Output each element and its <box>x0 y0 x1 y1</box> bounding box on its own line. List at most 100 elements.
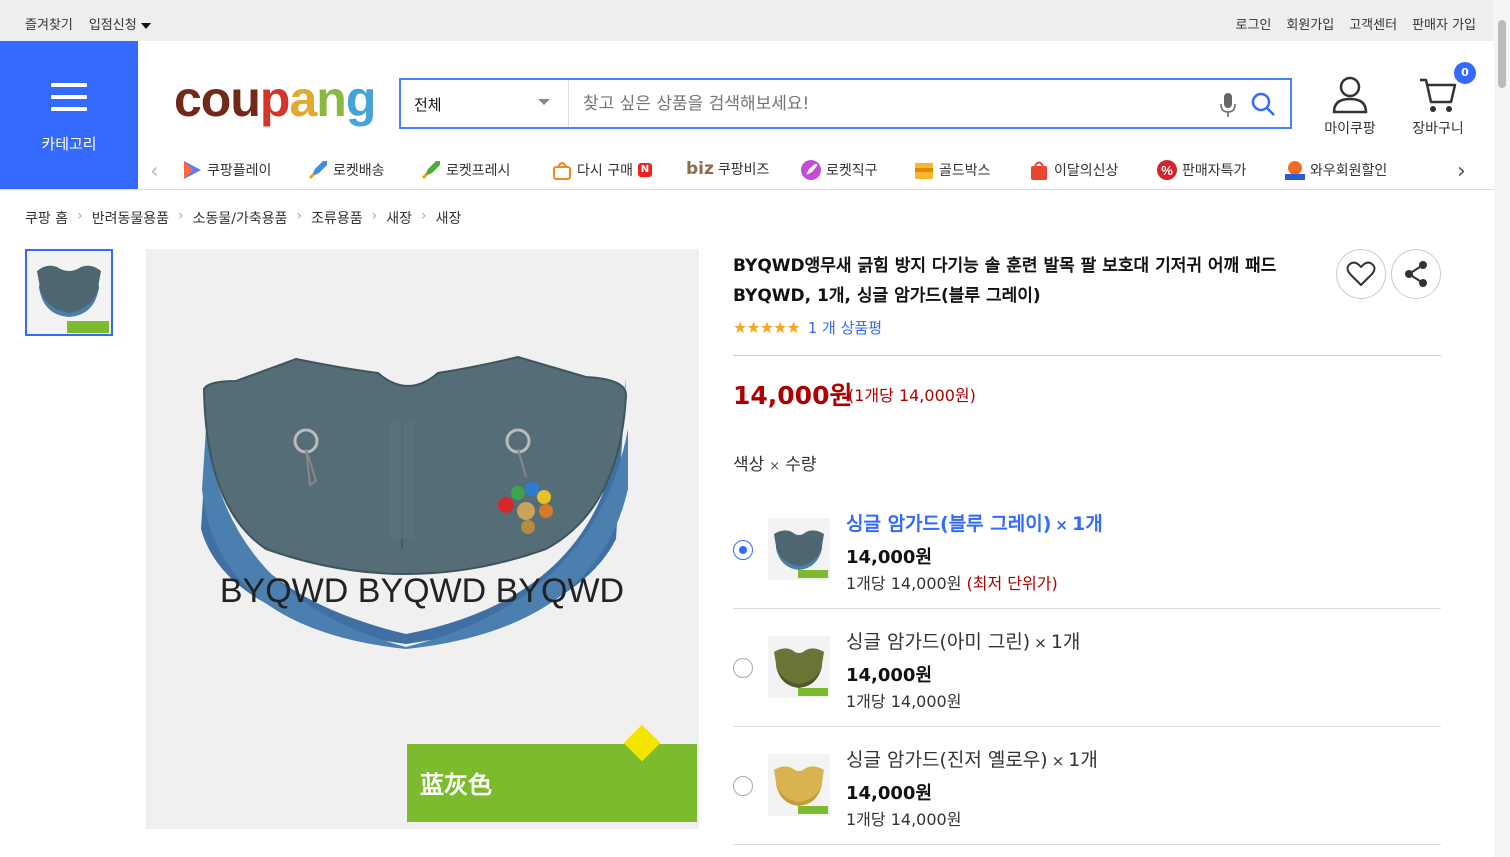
shopping-bag-icon <box>553 162 571 180</box>
seller-apply-label: 입점신청 <box>88 18 137 33</box>
breadcrumb-item[interactable]: 새장 <box>386 208 412 228</box>
product-price: 14,000원 <box>733 381 853 410</box>
product-thumbnail[interactable] <box>25 249 113 336</box>
coupang-logo[interactable]: coupang <box>174 70 376 128</box>
new-bag-icon <box>1031 161 1047 180</box>
goldbox-icon <box>915 163 933 179</box>
info-divider <box>733 355 1441 356</box>
option-unit-price: 1개당 14,000원 <box>846 810 962 829</box>
mycoupang-button[interactable]: 마이쿠팡 <box>1318 74 1382 138</box>
play-icon <box>184 161 201 179</box>
scrollbar-thumb[interactable] <box>1498 20 1506 88</box>
wow-icon <box>1285 161 1305 180</box>
menu-item-seller-deals[interactable]: % 판매자특가 <box>1156 159 1246 181</box>
menu-item-wow-discount[interactable]: 와우회원할인 <box>1284 159 1387 181</box>
bookmark-link[interactable]: 즐겨찾기 <box>25 14 73 33</box>
review-count-link[interactable]: 1 개 상품평 <box>808 317 882 338</box>
menu-item-label: 이달의신상 <box>1054 163 1119 179</box>
category-button[interactable]: 카테고리 <box>0 41 138 189</box>
lowest-unit-price-label: (최저 단위가) <box>966 574 1058 593</box>
share-icon <box>1405 261 1427 287</box>
star-rating-icon: ★★★★★ <box>733 318 801 337</box>
product-photo: BYQWD BYQWD BYQWD 蓝灰色 <box>201 355 697 822</box>
seller-apply-link[interactable]: 입점신청 <box>89 14 151 33</box>
hamburger-icon <box>51 83 87 119</box>
option-label-color: 색상 <box>733 455 765 475</box>
option-item-ginger-yellow[interactable]: 싱글 암가드(진저 옐로우) × 1개 14,000원 1개당 14,000원 <box>733 727 1441 845</box>
customer-center-link[interactable]: 고객센터 <box>1349 14 1397 33</box>
breadcrumb-item[interactable]: 반려동물용품 <box>92 208 169 228</box>
cart-icon <box>1420 78 1457 112</box>
chevron-right-icon: › <box>77 208 83 224</box>
heart-icon <box>1346 261 1376 286</box>
rocket-icon <box>308 161 327 180</box>
breadcrumb-item[interactable]: 조류용품 <box>311 208 363 228</box>
menu-item-label: 로켓직구 <box>826 163 878 179</box>
wishlist-button[interactable] <box>1336 249 1386 299</box>
menu-item-rebuy[interactable]: 다시 구매 N <box>551 159 652 181</box>
dropdown-arrow-icon <box>538 99 550 105</box>
option-image <box>768 754 830 816</box>
login-link[interactable]: 로그인 <box>1235 14 1271 33</box>
option-item-army-green[interactable]: 싱글 암가드(아미 그린) × 1개 14,000원 1개당 14,000원 <box>733 609 1441 727</box>
search-input[interactable] <box>583 92 1203 116</box>
page-scrollbar[interactable] <box>1494 0 1510 857</box>
menu-item-label: 판매자특가 <box>1182 163 1247 179</box>
option-radio[interactable] <box>733 776 753 796</box>
menu-item-new-arrivals[interactable]: 이달의신상 <box>1028 159 1118 181</box>
share-button[interactable] <box>1391 249 1441 299</box>
menu-item-label: 와우회원할인 <box>1310 163 1388 179</box>
category-label: 카테고리 <box>41 135 97 153</box>
menu-item-label: 골드박스 <box>939 163 991 179</box>
option-unit-price: 1개당 14,000원 <box>846 692 962 711</box>
chevron-down-icon <box>140 22 151 29</box>
percent-icon: % <box>1157 160 1177 180</box>
cart-count-badge: 0 <box>1454 62 1476 84</box>
rocket-fresh-icon <box>421 161 440 180</box>
breadcrumb: 쿠팡 홈 › 반려동물용품 › 소동물/가축용품 › 조류용품 › 새장 › 새장 <box>25 208 461 228</box>
breadcrumb-item[interactable]: 새장 <box>436 208 462 228</box>
option-image <box>768 636 830 698</box>
seller-signup-link[interactable]: 판매자 가입 <box>1412 14 1476 33</box>
menu-item-label: 다시 구매 <box>577 163 633 179</box>
option-radio[interactable] <box>733 658 753 678</box>
menu-item-label: 쿠팡플레이 <box>207 163 272 179</box>
search-icon[interactable] <box>1250 91 1276 117</box>
biz-logo: biz <box>686 159 714 179</box>
option-name: 싱글 암가드(아미 그린) × 1개 <box>846 631 1081 653</box>
top-utility-bar: 즐겨찾기 입점신청 로그인 회원가입 고객센터 판매자 가입 <box>0 0 1494 41</box>
chevron-right-icon: › <box>371 208 378 224</box>
new-badge: N <box>637 163 652 177</box>
option-thumbnail <box>774 648 828 696</box>
product-title: BYQWD앵무새 긁힘 방지 다기능 솔 훈련 발목 팔 보호대 기저귀 어깨 … <box>733 256 1277 306</box>
option-label-times: × <box>769 459 781 474</box>
signup-link[interactable]: 회원가입 <box>1286 14 1334 33</box>
option-price: 14,000원 <box>846 783 933 804</box>
product-main-image[interactable]: BYQWD BYQWD BYQWD 蓝灰色 <box>146 249 699 829</box>
menu-item-rocket-direct[interactable]: 로켓직구 <box>800 159 878 181</box>
menu-item-rocket-fresh[interactable]: 로켓프레시 <box>420 159 510 181</box>
svg-text:%: % <box>1161 163 1173 178</box>
menu-item-coupang-play[interactable]: 쿠팡플레이 <box>181 159 271 181</box>
menu-prev-arrow-icon[interactable]: ‹ <box>150 159 159 184</box>
menu-item-coupang-biz[interactable]: biz 쿠팡비즈 <box>686 159 769 179</box>
search-scope-select[interactable]: 전체 <box>401 80 569 127</box>
user-icon <box>1332 76 1368 114</box>
rating-row: ★★★★★ 1 개 상품평 <box>733 317 882 338</box>
rocket-direct-icon <box>801 160 821 180</box>
option-unit-price: 1개당 14,000원 (최저 단위가) <box>846 574 1058 593</box>
option-thumbnail <box>774 530 828 578</box>
breadcrumb-item[interactable]: 소동물/가축용품 <box>193 208 288 228</box>
breadcrumb-item[interactable]: 쿠팡 홈 <box>25 208 68 228</box>
option-price: 14,000원 <box>846 547 933 568</box>
microphone-icon[interactable] <box>1219 92 1237 118</box>
option-name: 싱글 암가드(블루 그레이) × 1개 <box>846 513 1103 535</box>
thumbnail-image <box>37 265 109 333</box>
option-radio[interactable] <box>733 540 753 560</box>
menu-next-arrow-icon[interactable]: › <box>1457 159 1466 184</box>
menu-item-rocket-delivery[interactable]: 로켓배송 <box>307 159 385 181</box>
cart-label: 장바구니 <box>1412 121 1464 137</box>
option-item-blue-gray[interactable]: 싱글 암가드(블루 그레이) × 1개 14,000원 1개당 14,000원 (최… <box>733 491 1441 609</box>
cart-button[interactable]: 장바구니 0 <box>1405 62 1476 138</box>
menu-item-goldbox[interactable]: 골드박스 <box>913 159 991 181</box>
